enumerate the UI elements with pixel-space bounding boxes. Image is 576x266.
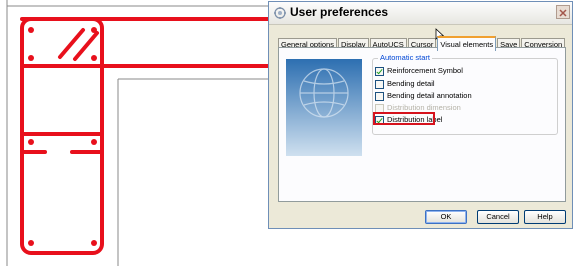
rebar-dot [91, 27, 97, 33]
visual-elements-panel: Automatic start Reinforcement Symbol Ben… [278, 47, 566, 202]
option-label: Bending detail [387, 79, 435, 88]
close-icon [559, 9, 567, 17]
rebar-dot [91, 55, 97, 61]
user-preferences-dialog: User preferences General options Display A… [268, 1, 573, 229]
dialog-titlebar[interactable]: User preferences [269, 2, 572, 25]
group-title: Automatic start [378, 53, 433, 62]
rebar-dot [28, 27, 34, 33]
highlight-box [373, 112, 435, 125]
automatic-start-group: Automatic start Reinforcement Symbol Ben… [372, 53, 558, 135]
rebar-dot [28, 240, 34, 246]
dialog-title: User preferences [290, 5, 389, 19]
tab-visual-elements[interactable]: Visual elements [437, 36, 497, 51]
checkbox-unchecked[interactable] [375, 80, 384, 89]
close-button[interactable] [556, 5, 570, 19]
globe-illustration [286, 59, 362, 156]
rebar-dot [91, 139, 97, 145]
checkbox-checked[interactable] [375, 67, 384, 76]
rebar-dot [91, 240, 97, 246]
rebar-dot [28, 55, 34, 61]
rebar-dot [28, 139, 34, 145]
settings-icon [274, 7, 286, 19]
tab-strip: General options Display AutoUCS Cursor Visua… [278, 33, 566, 51]
option-label: Distribution dimension [387, 103, 461, 112]
checkbox-unchecked[interactable] [375, 92, 384, 101]
cancel-button[interactable]: Cancel [477, 210, 519, 224]
help-button[interactable]: Help [524, 210, 566, 224]
option-label: Reinforcement Symbol [387, 66, 463, 75]
ok-button[interactable]: OK [425, 210, 467, 224]
option-label: Bending detail annotation [387, 91, 472, 100]
